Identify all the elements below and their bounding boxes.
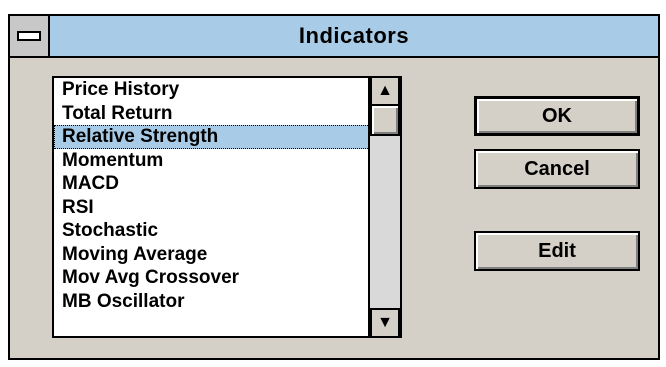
down-arrow-icon: ▼: [377, 314, 393, 331]
list-item[interactable]: Momentum: [54, 149, 370, 173]
vertical-scrollbar[interactable]: ▲ ▼: [368, 78, 400, 336]
system-menu-button[interactable]: [10, 16, 50, 56]
scroll-up-button[interactable]: ▲: [370, 78, 400, 106]
edit-button[interactable]: Edit: [474, 231, 640, 271]
title-bar: Indicators: [10, 16, 658, 58]
cancel-button[interactable]: Cancel: [474, 149, 640, 189]
list-item[interactable]: Moving Average: [54, 243, 370, 267]
list-item[interactable]: Mov Avg Crossover: [54, 266, 370, 290]
ok-button[interactable]: OK: [474, 96, 640, 136]
list-item[interactable]: Stochastic: [54, 219, 370, 243]
dialog-title: Indicators: [298, 23, 410, 48]
list-item[interactable]: MACD: [54, 172, 370, 196]
indicators-list: Price History Total Return Relative Stre…: [54, 78, 370, 313]
list-item[interactable]: RSI: [54, 196, 370, 220]
list-item[interactable]: Price History: [54, 78, 370, 102]
scroll-thumb[interactable]: [370, 104, 400, 136]
indicators-dialog: Indicators Price History Total Return Re…: [8, 14, 660, 360]
list-item[interactable]: Total Return: [54, 102, 370, 126]
list-item[interactable]: MB Oscillator: [54, 290, 370, 314]
scroll-down-button[interactable]: ▼: [370, 308, 400, 336]
indicators-listbox[interactable]: Price History Total Return Relative Stre…: [52, 76, 402, 338]
system-menu-icon: [17, 31, 41, 41]
up-arrow-icon: ▲: [377, 82, 393, 99]
list-item[interactable]: Relative Strength: [54, 125, 370, 149]
